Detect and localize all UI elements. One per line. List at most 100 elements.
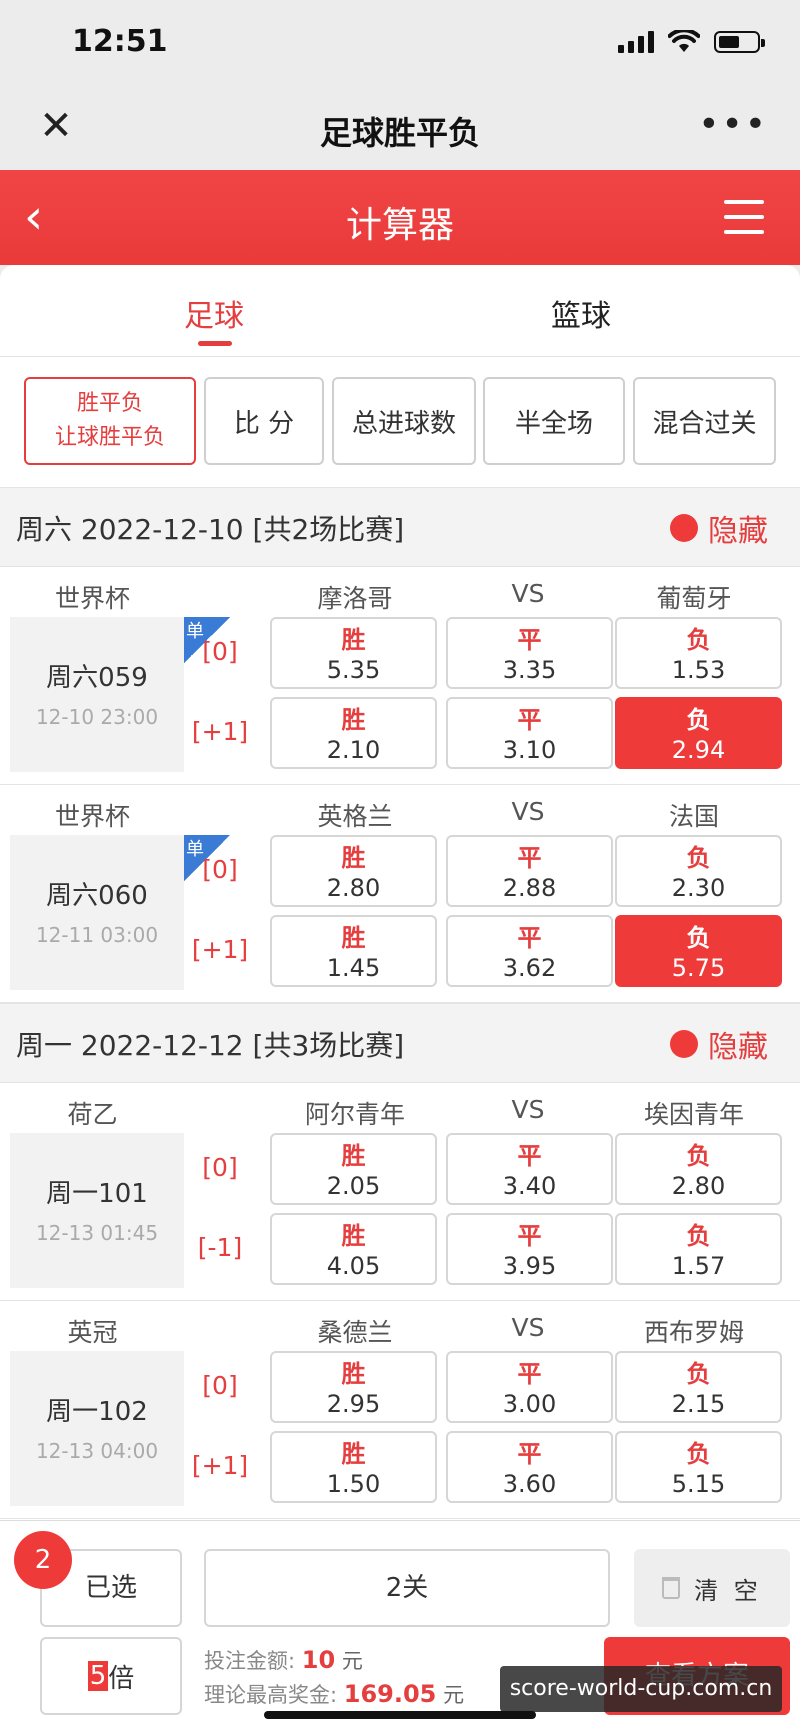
pass-type-selector[interactable]: 2关 [204, 1549, 610, 1627]
match-info: 周一101 12-13 01:45 [10, 1133, 184, 1288]
hide-toggle[interactable]: 隐藏 [670, 506, 768, 550]
odds-value: 2.88 [502, 874, 557, 902]
multiplier-value: 5 [87, 1661, 109, 1691]
odds-button[interactable]: 负 2.80 [615, 1133, 782, 1205]
vs-label: VS [511, 579, 545, 608]
odds-button[interactable]: 胜 2.95 [270, 1351, 437, 1423]
hide-toggle[interactable]: 隐藏 [670, 1022, 768, 1066]
odds-label: 负 [686, 1222, 711, 1250]
league-name: 世界杯 [54, 802, 130, 831]
match-number: 周一101 [46, 1179, 148, 1209]
battery-icon [714, 31, 765, 53]
play-type-label: 胜平负 [76, 391, 143, 416]
odds-value: 2.80 [671, 1172, 726, 1200]
odds-value: 2.30 [671, 874, 726, 902]
handicap-label: [0] [202, 637, 238, 666]
away-team: 法国 [668, 802, 719, 831]
date-text: 周六 2022-12-10 [共2场比赛] [16, 513, 405, 546]
odds-label: 胜 [341, 1360, 366, 1388]
odds-button[interactable]: 负 2.30 [615, 835, 782, 907]
play-type-score[interactable]: 比 分 [204, 377, 324, 465]
odds-label: 平 [517, 1142, 542, 1170]
odds-label: 平 [517, 1222, 542, 1250]
odds-value: 2.05 [326, 1172, 381, 1200]
odds-button[interactable]: 胜 5.35 [270, 617, 437, 689]
odds-button[interactable]: 胜 4.05 [270, 1213, 437, 1285]
match-card: 世界杯 摩洛哥 VS 葡萄牙 周六059 12-10 23:00 单 [0] 胜 5.35 平 3.3… [0, 567, 800, 785]
odds-button[interactable]: 负 5.75 [615, 915, 782, 987]
odds-label: 平 [517, 1440, 542, 1468]
main-content: 足球 篮球 胜平负 让球胜平负 比 分 总进球数 半全场 混合过关 周六 202… [0, 265, 800, 1520]
play-type-win-draw-lose[interactable]: 胜平负 让球胜平负 [24, 377, 196, 465]
odds-button[interactable]: 胜 1.50 [270, 1431, 437, 1503]
multiplier-input[interactable]: 5 倍 [40, 1637, 182, 1715]
tab-football[interactable]: 足球 [184, 291, 244, 335]
webview-bar: ✕ 足球胜平负 ••• [0, 86, 800, 170]
status-icons [618, 30, 765, 54]
tab-underline [198, 341, 232, 346]
max-prize-label: 理论最高奖金: [204, 1683, 338, 1707]
trash-icon [662, 1577, 681, 1599]
hide-label: 隐藏 [708, 1030, 768, 1065]
odds-button[interactable]: 胜 2.80 [270, 835, 437, 907]
match-time: 12-13 04:00 [35, 1439, 159, 1463]
odds-button[interactable]: 平 3.95 [446, 1213, 613, 1285]
play-type-total-goals[interactable]: 总进球数 [332, 377, 476, 465]
odds-value: 1.57 [671, 1252, 726, 1280]
vs-label: VS [511, 1095, 545, 1124]
odds-button[interactable]: 胜 1.45 [270, 915, 437, 987]
odds-button[interactable]: 平 3.62 [446, 915, 613, 987]
home-team: 桑德兰 [317, 1318, 393, 1347]
odds-value: 5.35 [326, 656, 381, 684]
odds-label: 平 [517, 924, 542, 952]
odds-button[interactable]: 胜 2.10 [270, 697, 437, 769]
odds-button[interactable]: 负 2.15 [615, 1351, 782, 1423]
hide-dot-icon [670, 1030, 698, 1058]
match-time: 12-11 03:00 [35, 923, 159, 947]
bet-label: 投注金额: [204, 1649, 296, 1673]
vs-label: VS [511, 1313, 545, 1342]
odds-button[interactable]: 平 3.60 [446, 1431, 613, 1503]
away-team: 葡萄牙 [656, 584, 732, 613]
odds-value: 3.60 [502, 1470, 557, 1498]
odds-label: 负 [686, 924, 711, 952]
odds-button[interactable]: 胜 2.05 [270, 1133, 437, 1205]
play-type-mixed[interactable]: 混合过关 [633, 377, 776, 465]
signal-icon [618, 31, 654, 53]
max-prize-unit: 元 [443, 1683, 465, 1707]
odds-value: 5.75 [671, 954, 726, 982]
odds-label: 负 [686, 1142, 711, 1170]
odds-button[interactable]: 负 2.94 [615, 697, 782, 769]
bet-amount-line: 投注金额: 10 元 [204, 1645, 363, 1675]
play-type-half-full[interactable]: 半全场 [483, 377, 625, 465]
odds-value: 3.40 [502, 1172, 557, 1200]
odds-label: 平 [517, 626, 542, 654]
odds-button[interactable]: 负 1.53 [615, 617, 782, 689]
odds-value: 2.94 [671, 736, 726, 764]
league-name: 英冠 [67, 1318, 118, 1347]
odds-button[interactable]: 平 3.40 [446, 1133, 613, 1205]
odds-value: 2.80 [326, 874, 381, 902]
sport-tabs: 足球 篮球 [0, 265, 800, 357]
odds-label: 平 [517, 706, 542, 734]
odds-button[interactable]: 负 5.15 [615, 1431, 782, 1503]
clear-button[interactable]: 清 空 [634, 1549, 790, 1627]
odds-button[interactable]: 负 1.57 [615, 1213, 782, 1285]
odds-button[interactable]: 平 2.88 [446, 835, 613, 907]
odds-value: 2.95 [326, 1390, 381, 1418]
tab-basketball[interactable]: 篮球 [551, 291, 611, 335]
match-time: 12-10 23:00 [35, 705, 159, 729]
handicap-label: [0] [202, 1153, 238, 1182]
handicap-label: [0] [202, 1371, 238, 1400]
page-title: 计算器 [345, 205, 454, 246]
odds-button[interactable]: 平 3.10 [446, 697, 613, 769]
more-icon[interactable]: ••• [698, 104, 768, 145]
hide-dot-icon [670, 514, 698, 542]
webview-title: 足球胜平负 [319, 114, 480, 152]
match-time: 12-13 01:45 [35, 1221, 159, 1245]
odds-button[interactable]: 平 3.00 [446, 1351, 613, 1423]
odds-label: 平 [517, 1360, 542, 1388]
list-menu-icon[interactable] [724, 200, 764, 234]
odds-value: 5.15 [671, 1470, 726, 1498]
odds-button[interactable]: 平 3.35 [446, 617, 613, 689]
